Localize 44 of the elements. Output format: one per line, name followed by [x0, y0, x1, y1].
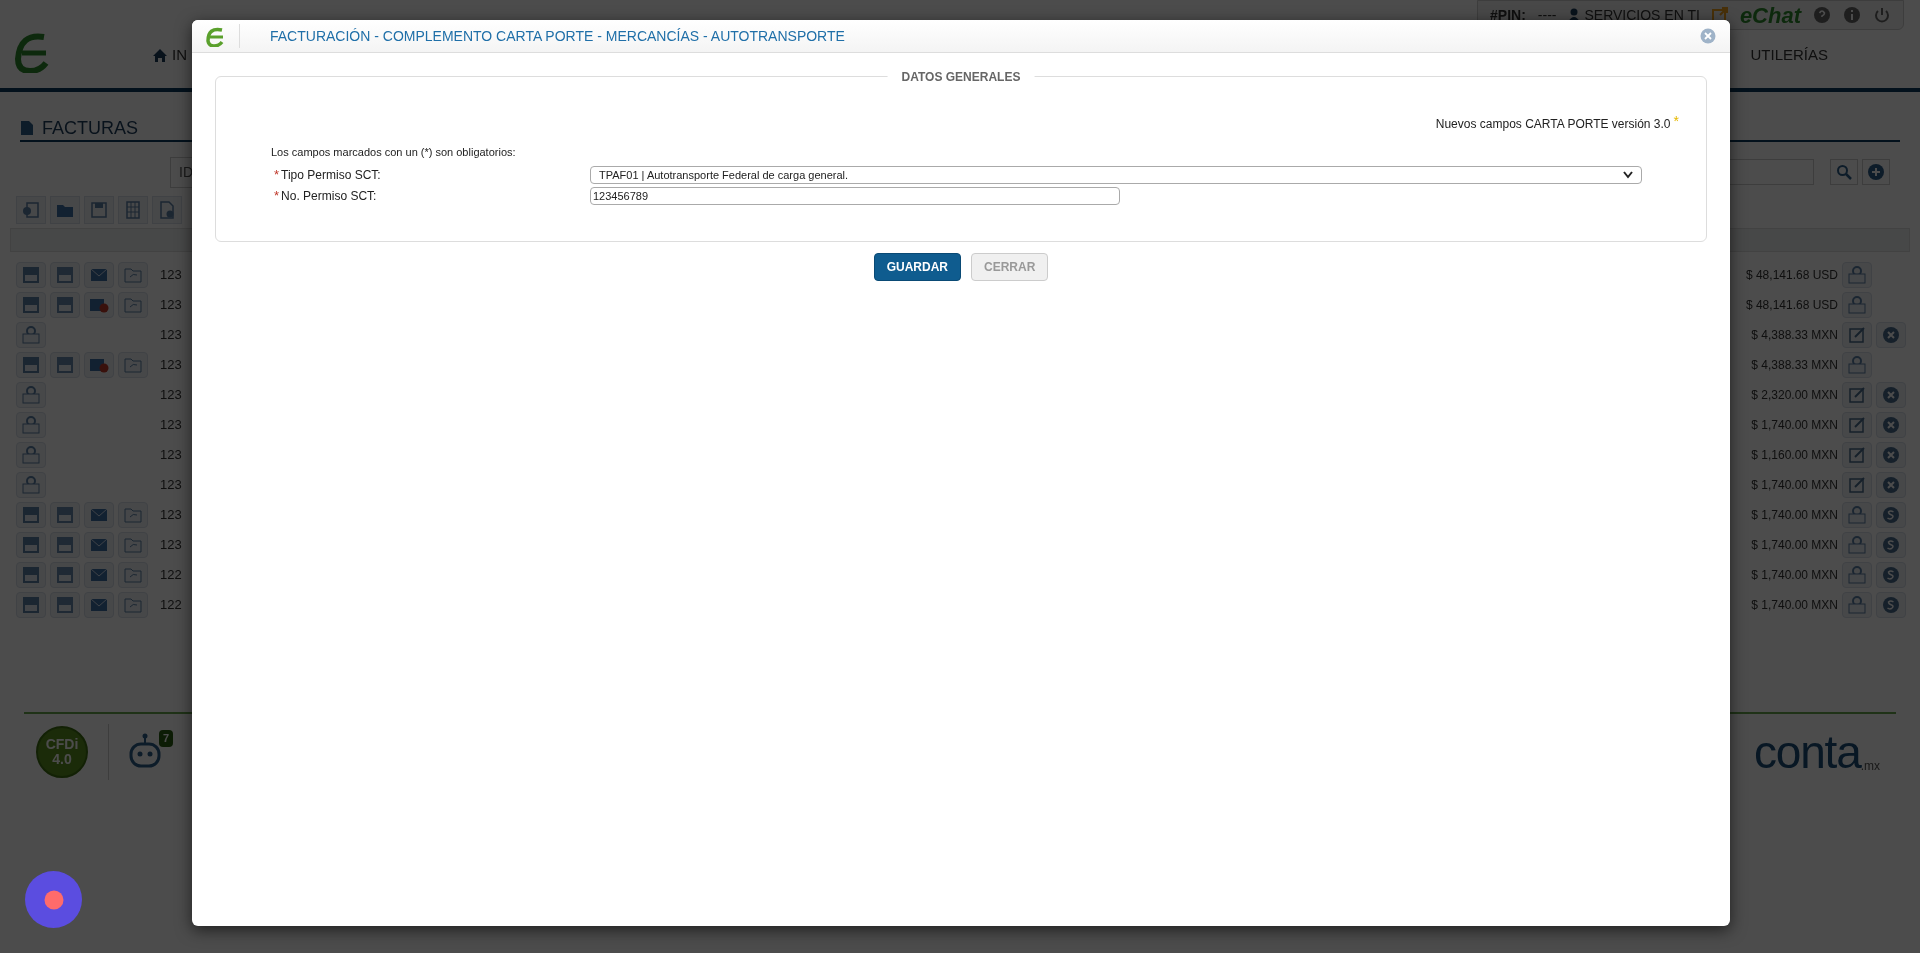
invoice-amount: $ 2,320.00 MXN	[1751, 387, 1838, 404]
field-label: Tipo Permiso SCT:	[281, 167, 381, 184]
pin-value: ----	[1537, 5, 1557, 25]
logo-suffix: .mx	[1860, 759, 1880, 775]
required-asterisk: *	[274, 187, 280, 206]
invoice-amount: $ 1,740.00 MXN	[1751, 477, 1838, 494]
close-icon	[1700, 28, 1716, 44]
version-notice: Nuevos campos CARTA PORTE versión 3.0	[1435, 116, 1671, 133]
section-title: FACTURAS	[42, 116, 138, 140]
invoice-amount: $ 48,141.68 USD	[1745, 297, 1838, 314]
invoice-id: 123	[160, 386, 183, 405]
invoice-amount: $ 1,740.00 MXN	[1751, 417, 1838, 434]
permit-number-field[interactable]: 123456789	[590, 187, 1120, 205]
invoice-amount: $ 1,740.00 MXN	[1751, 597, 1838, 614]
invoice-amount: $ 1,740.00 MXN	[1751, 537, 1838, 554]
invoice-id: 123	[160, 446, 183, 465]
record-dot-icon	[43, 889, 64, 910]
conta-logo: conta	[1753, 729, 1861, 775]
invoice-amount: $ 48,141.68 USD	[1745, 267, 1838, 284]
invoice-id: 123	[160, 296, 183, 315]
invoice-id: 123	[160, 416, 183, 435]
required-fields-note: Los campos marcados con un (*) son obligatorios:	[271, 145, 517, 160]
pin-label: #PIN:	[1490, 5, 1526, 25]
invoice-id: 123	[160, 266, 183, 285]
field-label: No. Permiso SCT:	[281, 188, 377, 205]
permit-type-select[interactable]: TPAF01 | Autotransporte Federal de carga general.	[590, 166, 1642, 184]
close-button[interactable]	[1700, 28, 1716, 44]
invoice-id: 123	[160, 326, 183, 345]
invoice-id: 123	[160, 506, 183, 525]
save-button[interactable]: GUARDAR	[873, 253, 961, 281]
invoice-amount: $ 1,740.00 MXN	[1751, 567, 1838, 584]
invoice-id: 122	[160, 566, 183, 585]
invoice-id: 123	[160, 476, 183, 495]
invoice-amount: $ 1,160.00 MXN	[1751, 447, 1838, 464]
invoice-amount: $ 1,740.00 MXN	[1751, 507, 1838, 524]
invoice-id: 122	[160, 596, 183, 615]
dialog-title: FACTURACIÓN - COMPLEMENTO CARTA PORTE - MERCANCÍAS - AUTOTRANSPORTE	[270, 26, 845, 46]
invoice-amount: $ 4,388.33 MXN	[1751, 327, 1838, 344]
invoice-amount: $ 4,388.33 MXN	[1751, 357, 1838, 374]
invoice-id: 123	[160, 536, 183, 555]
invoice-id: 123	[160, 356, 183, 375]
chevron-down-icon	[1623, 171, 1633, 179]
required-asterisk: *	[274, 166, 280, 185]
required-asterisk: *	[1673, 115, 1679, 127]
